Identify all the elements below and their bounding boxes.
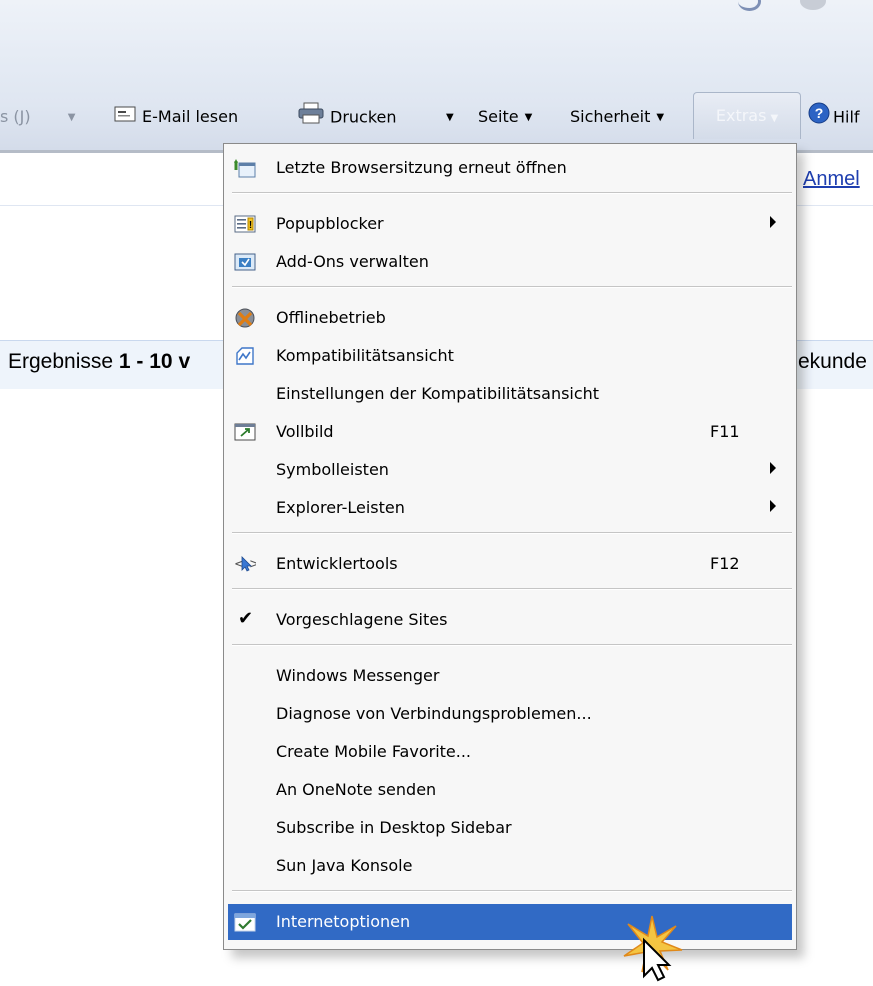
menu-item-desktop-sidebar[interactable]: Subscribe in Desktop Sidebar: [228, 810, 792, 846]
reopen-session-icon: [234, 157, 256, 179]
menu-item-explorer-bars[interactable]: Explorer-Leisten: [228, 490, 792, 526]
chevron-down-icon: ▼: [67, 111, 76, 123]
printer-icon: [298, 102, 324, 134]
menu-separator: [232, 644, 792, 646]
compat-view-icon: [234, 345, 256, 367]
print-dropdown[interactable]: ▼: [440, 102, 454, 132]
menu-item-compat-view-settings[interactable]: Einstellungen der Kompatibilitätsansicht: [228, 376, 792, 412]
toolbar-partial-item[interactable]: s (J) ▼: [0, 102, 75, 132]
menu-item-send-to-onenote[interactable]: An OneNote senden: [228, 772, 792, 808]
menu-item-popup-blocker[interactable]: ! Popupblocker: [228, 206, 792, 242]
mouse-cursor-with-click-highlight: [614, 906, 690, 982]
partial-circle-icon: [800, 0, 826, 10]
help-menu-button[interactable]: ? Hilf: [808, 102, 860, 132]
menu-separator: [232, 532, 792, 534]
fullscreen-icon: [234, 421, 256, 443]
partial-arrow-icon: [738, 0, 761, 11]
svg-text:!: !: [249, 220, 252, 231]
menu-separator: [232, 192, 792, 194]
print-label: Drucken: [330, 107, 397, 127]
menu-item-label: Offlinebetrieb: [276, 308, 386, 327]
chevron-down-icon: ▼: [446, 111, 454, 123]
checkmark-icon: ✔: [238, 608, 254, 629]
results-summary: Ergebnisse 1 - 10 v: [8, 350, 190, 374]
menu-item-label: Windows Messenger: [276, 666, 440, 685]
dev-tools-icon: < >: [234, 553, 260, 575]
menu-item-java-console[interactable]: Sun Java Konsole: [228, 848, 792, 884]
security-menu-label: Sicherheit: [570, 107, 651, 126]
chevron-down-icon: ▼: [656, 111, 665, 123]
help-icon: ?: [808, 102, 830, 134]
menu-separator: [232, 286, 792, 288]
tools-dropdown-menu: Letzte Browsersitzung erneut öffnen ! Po…: [223, 143, 797, 950]
menu-item-fullscreen[interactable]: Vollbild F11: [228, 414, 792, 450]
help-menu-label: Hilf: [833, 107, 860, 127]
read-mail-button[interactable]: E-Mail lesen: [114, 102, 238, 132]
menu-item-label: Kompatibilitätsansicht: [276, 346, 454, 365]
menu-item-label: Subscribe in Desktop Sidebar: [276, 818, 512, 837]
results-prefix: Ergebnisse: [8, 350, 114, 373]
top-partial-icons: [728, 0, 848, 14]
results-range: 1 - 10: [118, 350, 173, 373]
menu-item-developer-tools[interactable]: < > Entwicklertools F12: [228, 546, 792, 582]
submenu-arrow-icon: [770, 500, 776, 512]
menu-item-label: Entwicklertools: [276, 554, 398, 573]
menu-item-label: Explorer-Leisten: [276, 498, 405, 517]
menu-item-label: Einstellungen der Kompatibilitätsansicht: [276, 384, 600, 403]
internet-options-icon: [234, 911, 256, 933]
toolbar-partial-label: s (J): [0, 107, 31, 126]
addons-icon: [234, 251, 256, 273]
print-button[interactable]: Drucken: [298, 102, 397, 132]
offline-icon: [234, 307, 256, 329]
menu-item-label: Popupblocker: [276, 214, 384, 233]
menu-separator: [232, 890, 792, 892]
results-time: ekunde: [798, 350, 867, 373]
results-tail: v: [178, 350, 191, 373]
security-menu-button[interactable]: Sicherheit ▼: [570, 102, 664, 132]
read-mail-label: E-Mail lesen: [142, 107, 239, 126]
menu-item-internet-options[interactable]: Internetoptionen: [228, 904, 792, 940]
chevron-down-icon: ▼: [770, 113, 779, 124]
menu-item-label: Vorgeschlagene Sites: [276, 610, 448, 629]
menu-item-label: Letzte Browsersitzung erneut öffnen: [276, 158, 567, 177]
shortcut-label: F11: [710, 422, 740, 441]
menu-item-connection-diagnostics[interactable]: Diagnose von Verbindungsproblemen...: [228, 696, 792, 732]
menu-item-windows-messenger[interactable]: Windows Messenger: [228, 658, 792, 694]
mail-icon: [114, 103, 136, 133]
tools-menu-button[interactable]: Extras ▼: [693, 92, 801, 139]
shortcut-label: F12: [710, 554, 740, 573]
menu-item-create-mobile-favorite[interactable]: Create Mobile Favorite...: [228, 734, 792, 770]
menu-item-label: Create Mobile Favorite...: [276, 742, 472, 761]
menu-item-label: Diagnose von Verbindungsproblemen...: [276, 704, 592, 723]
page-menu-button[interactable]: Seite ▼: [478, 102, 532, 132]
menu-separator: [232, 588, 792, 590]
menu-item-label: Symbolleisten: [276, 460, 389, 479]
svg-text:?: ?: [815, 105, 824, 121]
menu-item-manage-addons[interactable]: Add-Ons verwalten: [228, 244, 792, 280]
tools-menu-label: Extras: [715, 106, 767, 125]
menu-item-label: Sun Java Konsole: [276, 856, 413, 875]
menu-item-label: Vollbild: [276, 422, 334, 441]
page-menu-label: Seite: [478, 107, 519, 126]
menu-item-work-offline[interactable]: Offlinebetrieb: [228, 300, 792, 336]
submenu-arrow-icon: [770, 462, 776, 474]
menu-item-toolbars[interactable]: Symbolleisten: [228, 452, 792, 488]
menu-item-reopen-session[interactable]: Letzte Browsersitzung erneut öffnen: [228, 150, 792, 186]
menu-item-label: An OneNote senden: [276, 780, 437, 799]
login-link[interactable]: Anmel: [803, 168, 860, 191]
chevron-down-icon: ▼: [524, 111, 533, 123]
menu-item-label: Internetoptionen: [276, 912, 411, 931]
menu-item-compat-view[interactable]: Kompatibilitätsansicht: [228, 338, 792, 374]
menu-item-label: Add-Ons verwalten: [276, 252, 429, 271]
menu-item-suggested-sites[interactable]: ✔ Vorgeschlagene Sites: [228, 602, 792, 638]
submenu-arrow-icon: [770, 216, 776, 228]
popup-blocker-icon: !: [234, 213, 256, 235]
